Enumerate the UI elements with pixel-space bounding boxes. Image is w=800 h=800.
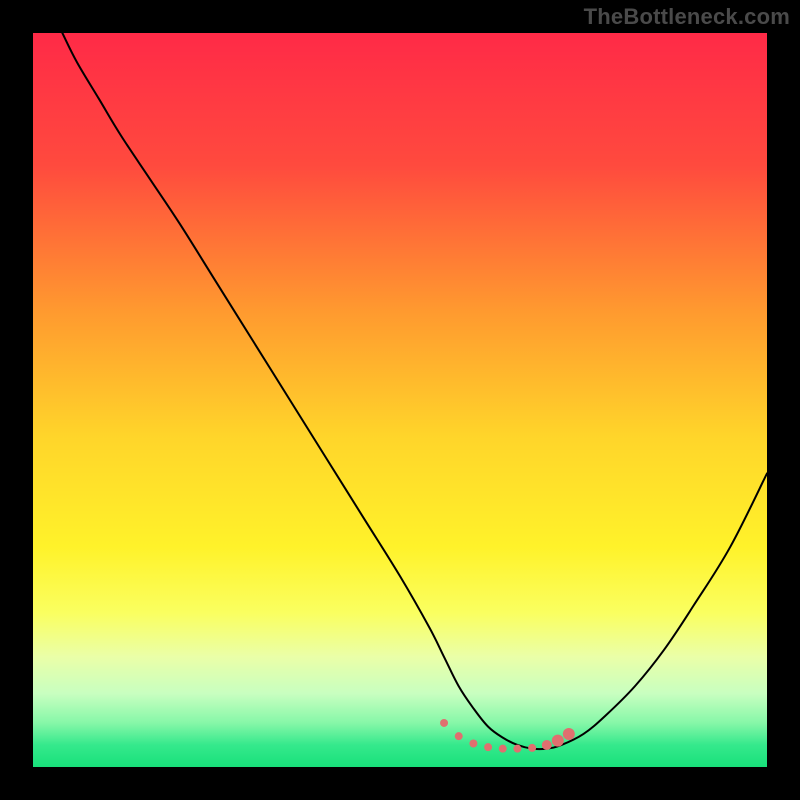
highlight-dot [469,740,477,748]
highlight-dot [528,744,536,752]
highlight-dot [563,728,575,740]
highlight-dot [552,735,564,747]
highlight-dot [455,732,463,740]
chart-frame: TheBottleneck.com [0,0,800,800]
highlight-dot [484,743,492,751]
highlight-dot [542,740,552,750]
highlight-dot [440,719,448,727]
highlight-dot [513,745,521,753]
gradient-background [33,33,767,767]
highlight-dot [499,745,507,753]
watermark-label: TheBottleneck.com [584,4,790,30]
plot-area [33,33,767,767]
bottleneck-chart [33,33,767,767]
